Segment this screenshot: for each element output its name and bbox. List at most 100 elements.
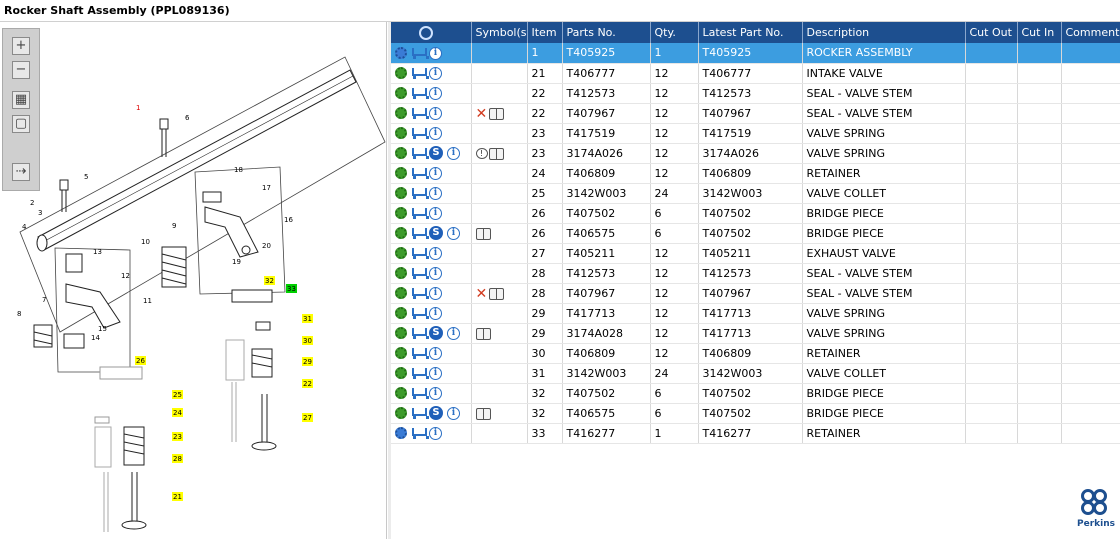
info-icon[interactable]: i	[429, 46, 442, 60]
column-header-latest-part-no[interactable]: Latest Part No.	[698, 22, 803, 43]
add-to-cart-icon[interactable]	[411, 207, 429, 220]
table-row[interactable]: i 1 T405925 1 T405925 ROCKER ASSEMBLY	[391, 43, 1120, 64]
table-row[interactable]: Si 29 3174A028 12 T417713 VALVE SPRING	[391, 323, 1120, 344]
add-to-cart-icon[interactable]	[411, 67, 429, 80]
settings-gear-icon[interactable]	[395, 307, 407, 320]
info-icon[interactable]: i	[429, 386, 442, 400]
settings-gear-icon[interactable]	[395, 367, 407, 380]
settings-gear-icon[interactable]	[395, 47, 407, 59]
column-header-description[interactable]: Description	[802, 22, 966, 43]
add-to-cart-icon[interactable]	[411, 407, 429, 419]
info-icon[interactable]: i	[429, 206, 442, 220]
settings-gear-icon[interactable]	[395, 267, 407, 280]
add-to-cart-icon[interactable]	[411, 247, 429, 260]
table-row[interactable]: i 22 T412573 12 T412573 SEAL - VALVE STEM	[391, 83, 1120, 104]
note-bubble-icon[interactable]: !	[475, 148, 488, 159]
settings-gear-icon[interactable]	[395, 427, 407, 440]
book-reference-icon[interactable]	[489, 107, 505, 120]
discontinued-x-icon[interactable]: ✕	[476, 287, 488, 301]
book-reference-icon[interactable]	[475, 227, 491, 240]
add-to-cart-icon[interactable]	[411, 107, 429, 120]
info-icon[interactable]: i	[429, 186, 442, 200]
settings-gear-icon[interactable]	[395, 147, 407, 159]
settings-gear-icon[interactable]	[395, 247, 407, 260]
add-to-cart-icon[interactable]	[411, 227, 429, 239]
table-row[interactable]: i 23 T417519 12 T417519 VALVE SPRING	[391, 123, 1120, 144]
diagram-highlighted-callouts[interactable]: 21 22 23 24 25 26 27 28 29 30 31 32 33	[135, 276, 313, 501]
settings-gear-icon[interactable]	[395, 127, 407, 140]
add-to-cart-icon[interactable]	[411, 307, 429, 320]
info-icon[interactable]: i	[429, 306, 442, 320]
table-row[interactable]: i 28 T412573 12 T412573 SEAL - VALVE STEM	[391, 263, 1120, 284]
book-reference-icon[interactable]	[489, 287, 505, 300]
book-reference-icon[interactable]	[488, 147, 504, 160]
table-row[interactable]: i 21 T406777 12 T406777 INTAKE VALVE	[391, 63, 1120, 84]
column-header-comment[interactable]: Comment	[1061, 22, 1120, 43]
supersession-icon[interactable]: S	[429, 146, 443, 160]
add-to-cart-icon[interactable]	[411, 327, 429, 339]
column-header-qty[interactable]: Qty.	[650, 22, 699, 43]
info-icon[interactable]: i	[447, 326, 460, 340]
table-row[interactable]: i 27 T405211 12 T405211 EXHAUST VALVE	[391, 243, 1120, 264]
settings-gear-icon[interactable]	[395, 167, 407, 180]
table-row[interactable]: i 25 3142W003 24 3142W003 VALVE COLLET	[391, 183, 1120, 204]
table-row[interactable]: i 29 T417713 12 T417713 VALVE SPRING	[391, 303, 1120, 324]
settings-gear-icon[interactable]	[395, 387, 407, 400]
table-row[interactable]: i 33 T416277 1 T416277 RETAINER	[391, 423, 1120, 444]
settings-gear-icon[interactable]	[395, 407, 407, 419]
column-header-actions[interactable]	[391, 22, 472, 43]
settings-gear-icon[interactable]	[395, 227, 407, 239]
column-header-cut-in[interactable]: Cut In	[1017, 22, 1062, 43]
parts-list-button[interactable]: ⇢	[12, 163, 30, 181]
info-icon[interactable]: i	[429, 166, 442, 180]
fit-view-button[interactable]: ▦	[12, 91, 30, 109]
info-icon[interactable]: i	[429, 426, 442, 440]
search-parts-icon[interactable]	[419, 25, 433, 40]
supersession-icon[interactable]: S	[429, 226, 443, 240]
table-row[interactable]: i ✕ 22 T407967 12 T407967 SEAL - VALVE STEM	[391, 103, 1120, 124]
settings-gear-icon[interactable]	[395, 187, 407, 200]
exploded-diagram[interactable]: 1 23 4 5 6 7 8 9 10 11 12 13 1415 16 17 18 19 20 2…	[0, 22, 387, 539]
settings-gear-icon[interactable]	[395, 87, 407, 100]
add-to-cart-icon[interactable]	[411, 267, 429, 280]
info-icon[interactable]: i	[429, 106, 442, 120]
add-to-cart-icon[interactable]	[411, 427, 429, 440]
add-to-cart-icon[interactable]	[411, 127, 429, 140]
add-to-cart-icon[interactable]	[411, 47, 429, 59]
table-row[interactable]: Si 26 T406575 6 T407502 BRIDGE PIECE	[391, 223, 1120, 244]
zoom-in-button[interactable]: +	[12, 37, 30, 55]
add-to-cart-icon[interactable]	[411, 187, 429, 200]
add-to-cart-icon[interactable]	[411, 287, 429, 300]
settings-gear-icon[interactable]	[395, 107, 407, 120]
table-row[interactable]: Si! 23 3174A026 12 3174A026 VALVE SPRING	[391, 143, 1120, 164]
settings-gear-icon[interactable]	[395, 207, 407, 220]
info-icon[interactable]: i	[429, 246, 442, 260]
table-row[interactable]: i 32 T407502 6 T407502 BRIDGE PIECE	[391, 383, 1120, 404]
book-reference-icon[interactable]	[475, 327, 491, 340]
exploded-diagram-pane[interactable]: 1 23 4 5 6 7 8 9 10 11 12 13 14 15 16 17 18 19 20 2…	[0, 22, 387, 539]
zoom-out-button[interactable]: −	[12, 61, 30, 79]
info-icon[interactable]: i	[429, 346, 442, 360]
table-row[interactable]: Si 32 T406575 6 T407502 BRIDGE PIECE	[391, 403, 1120, 424]
info-icon[interactable]: i	[429, 266, 442, 280]
info-icon[interactable]: i	[447, 406, 460, 420]
add-to-cart-icon[interactable]	[411, 347, 429, 360]
add-to-cart-icon[interactable]	[411, 387, 429, 400]
settings-gear-icon[interactable]	[395, 347, 407, 360]
table-row[interactable]: i 31 3142W003 24 3142W003 VALVE COLLET	[391, 363, 1120, 384]
book-reference-icon[interactable]	[475, 407, 491, 420]
column-header-cut-out[interactable]: Cut Out	[965, 22, 1018, 43]
settings-gear-icon[interactable]	[395, 67, 407, 80]
info-icon[interactable]: i	[429, 126, 442, 140]
table-row[interactable]: i 30 T406809 12 T406809 RETAINER	[391, 343, 1120, 364]
add-to-cart-icon[interactable]	[411, 87, 429, 100]
info-icon[interactable]: i	[429, 86, 442, 100]
table-row[interactable]: i 24 T406809 12 T406809 RETAINER	[391, 163, 1120, 184]
settings-gear-icon[interactable]	[395, 327, 407, 339]
supersession-icon[interactable]: S	[429, 406, 443, 420]
settings-gear-icon[interactable]	[395, 287, 407, 300]
info-icon[interactable]: i	[429, 286, 442, 300]
supersession-icon[interactable]: S	[429, 326, 443, 340]
add-to-cart-icon[interactable]	[411, 367, 429, 380]
info-icon[interactable]: i	[447, 226, 460, 240]
